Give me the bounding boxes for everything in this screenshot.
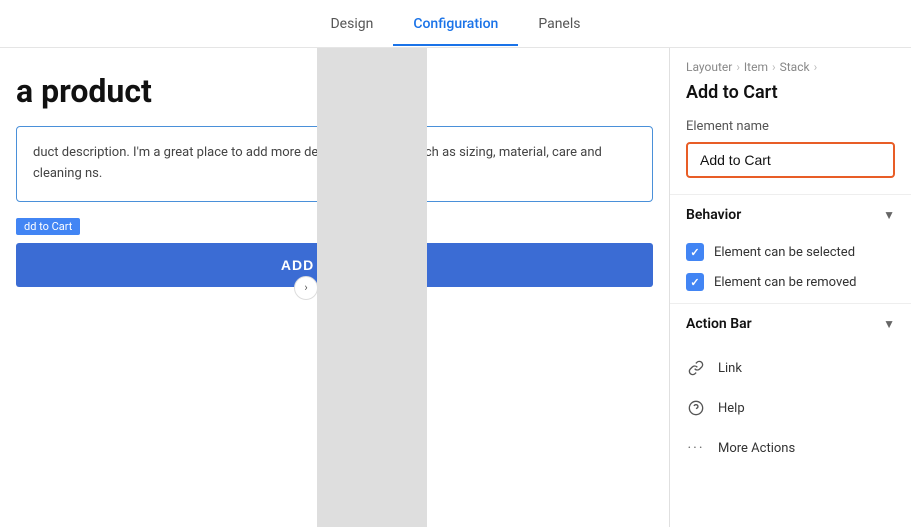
tab-design[interactable]: Design (310, 4, 393, 46)
action-item-more[interactable]: ··· More Actions (670, 428, 911, 468)
action-items: Link Help ··· More Actions (670, 344, 911, 476)
tab-configuration[interactable]: Configuration (393, 4, 518, 46)
breadcrumb-sep-3: › (814, 60, 818, 74)
main-content: a product duct description. I'm a great … (0, 48, 911, 527)
behavior-items: ✓ Element can be selected ✓ Element can … (670, 235, 911, 303)
behavior-item-selected: ✓ Element can be selected (686, 243, 895, 261)
canvas-area: a product duct description. I'm a great … (0, 48, 669, 527)
collapse-button[interactable]: › (294, 276, 318, 300)
element-name-input[interactable] (686, 142, 895, 178)
top-navigation: Design Configuration Panels (0, 0, 911, 48)
action-item-link[interactable]: Link (670, 348, 911, 388)
breadcrumb-stack[interactable]: Stack (780, 60, 810, 74)
breadcrumb-sep-2: › (772, 60, 776, 74)
action-bar-chevron-icon: ▼ (883, 317, 895, 331)
canvas-separator (317, 48, 427, 527)
behavior-section-header[interactable]: Behavior ▼ (670, 194, 911, 235)
action-bar-title: Action Bar (686, 316, 752, 332)
behavior-item-removed: ✓ Element can be removed (686, 273, 895, 291)
action-label-help: Help (718, 401, 745, 416)
checkmark-icon-2: ✓ (690, 276, 699, 289)
breadcrumb-item[interactable]: Item (744, 60, 768, 74)
breadcrumb-sep-1: › (736, 60, 740, 74)
dots-icon: ··· (688, 440, 705, 456)
behavior-chevron-icon: ▼ (883, 208, 895, 222)
tab-panels[interactable]: Panels (518, 4, 600, 46)
right-panel: Layouter › Item › Stack › Add to Cart El… (669, 48, 911, 527)
behavior-label-removed: Element can be removed (714, 275, 856, 290)
breadcrumb-layouter[interactable]: Layouter (686, 60, 732, 74)
help-icon (686, 398, 706, 418)
checkbox-can-be-removed[interactable]: ✓ (686, 273, 704, 291)
link-icon (686, 358, 706, 378)
chevron-right-icon: › (304, 281, 307, 294)
breadcrumb: Layouter › Item › Stack › (670, 48, 911, 78)
action-bar-section-header[interactable]: Action Bar ▼ (670, 303, 911, 344)
checkbox-can-be-selected[interactable]: ✓ (686, 243, 704, 261)
action-item-help[interactable]: Help (670, 388, 911, 428)
nav-tabs: Design Configuration Panels (310, 3, 600, 45)
element-name-label: Element name (686, 119, 895, 134)
action-label-link: Link (718, 361, 742, 376)
more-actions-icon: ··· (686, 438, 706, 458)
add-to-cart-label-badge: dd to Cart (16, 218, 80, 235)
checkmark-icon: ✓ (690, 246, 699, 259)
behavior-label-selected: Element can be selected (714, 245, 855, 260)
panel-title: Add to Cart (670, 78, 911, 119)
element-name-section: Element name (670, 119, 911, 194)
behavior-title: Behavior (686, 207, 741, 223)
action-label-more: More Actions (718, 441, 795, 456)
